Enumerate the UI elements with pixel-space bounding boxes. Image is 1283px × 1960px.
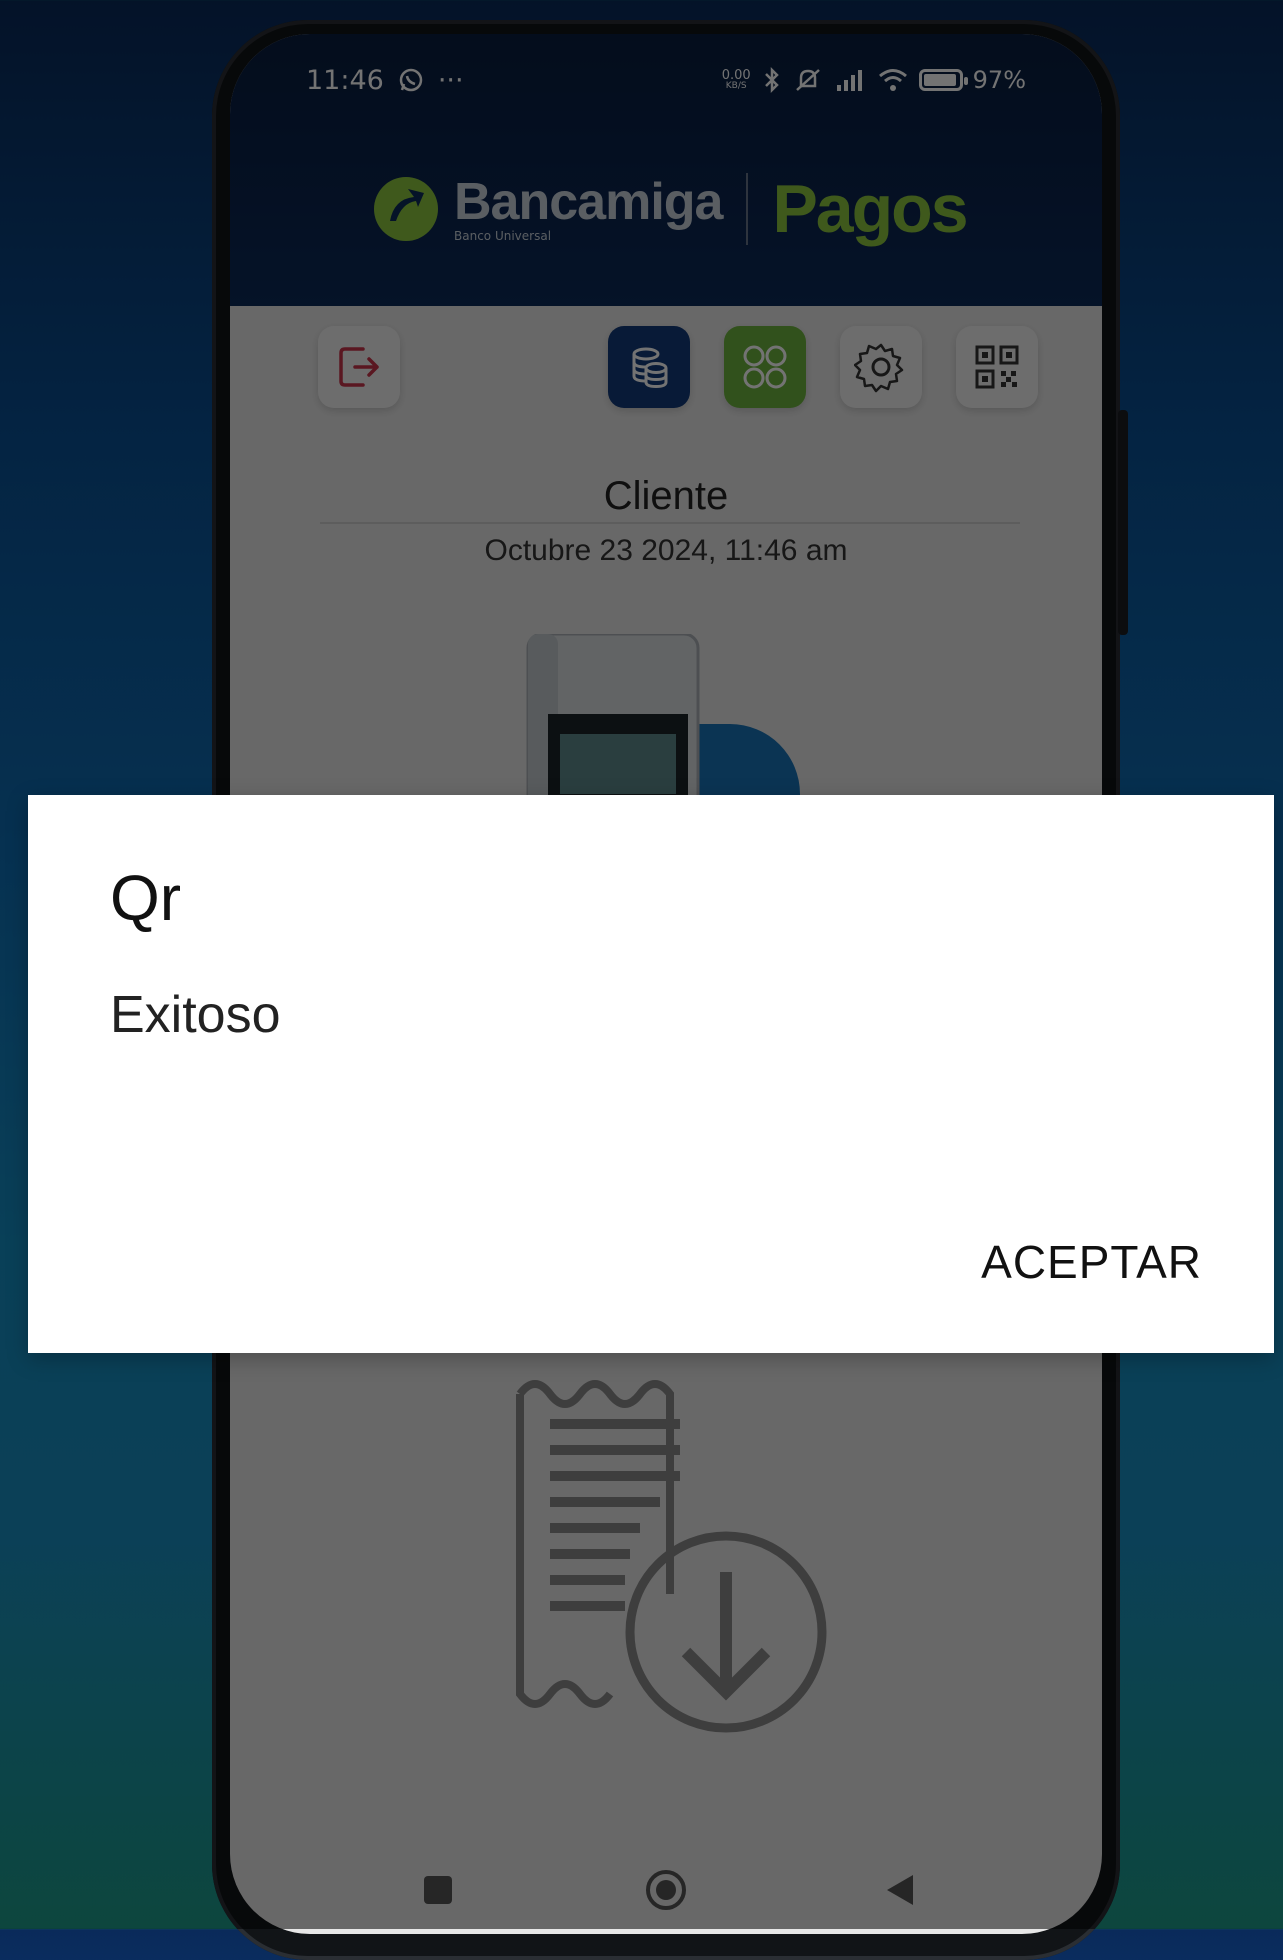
title-divider	[320, 522, 1020, 524]
whatsapp-icon	[398, 67, 424, 93]
accept-button[interactable]: ACEPTAR	[981, 1235, 1202, 1289]
brand-subtitle: Banco Universal	[454, 229, 552, 243]
database-button[interactable]	[608, 326, 690, 408]
app-header: 11:46 ··· 0.00 KB/S 97% Bancamiga Banco …	[230, 34, 1102, 306]
bancamiga-logo-icon	[374, 177, 438, 241]
wifi-icon	[877, 67, 909, 93]
phone-side-button	[1118, 410, 1128, 635]
toolbar	[230, 326, 1102, 416]
settings-icon	[854, 343, 904, 393]
signal-icon	[833, 67, 867, 93]
brand-header: Bancamiga Banco Universal Pagos	[370, 154, 1010, 264]
settings-button[interactable]	[840, 326, 922, 408]
recents-icon	[424, 1876, 452, 1904]
status-time: 11:46	[306, 64, 384, 96]
grid-icon	[743, 345, 787, 389]
android-nav-bar	[230, 1860, 1102, 1920]
database-icon	[632, 347, 668, 389]
brand-name: Bancamiga	[454, 173, 723, 231]
back-button[interactable]	[870, 1860, 930, 1920]
home-icon	[646, 1870, 686, 1910]
recents-button[interactable]	[408, 1860, 468, 1920]
alert-dialog: Qr Exitoso ACEPTAR	[28, 795, 1274, 1353]
battery-icon	[918, 69, 968, 91]
back-icon	[887, 1875, 913, 1905]
logout-icon	[339, 347, 379, 387]
transaction-datetime: Octubre 23 2024, 11:46 am	[484, 534, 848, 567]
more-notifications-icon: ···	[437, 64, 464, 96]
logout-button[interactable]	[318, 326, 400, 408]
receipt-download-icon	[516, 1380, 827, 1733]
qr-code-icon	[975, 345, 1019, 389]
brand-product: Pagos	[772, 171, 968, 247]
dialog-message: Exitoso	[110, 986, 281, 1044]
status-bar: 11:46 ··· 0.00 KB/S 97%	[306, 58, 1026, 102]
dialog-title: Qr	[110, 862, 182, 934]
home-button[interactable]	[636, 1860, 696, 1920]
brand-divider	[746, 173, 749, 245]
screen-title: Cliente	[603, 474, 729, 518]
network-speed: 0.00 KB/S	[721, 68, 751, 91]
mute-icon	[793, 66, 823, 94]
bluetooth-icon	[761, 66, 783, 94]
battery-level: 97%	[972, 66, 1026, 94]
apps-grid-button[interactable]	[724, 326, 806, 408]
qr-code-button[interactable]	[956, 326, 1038, 408]
